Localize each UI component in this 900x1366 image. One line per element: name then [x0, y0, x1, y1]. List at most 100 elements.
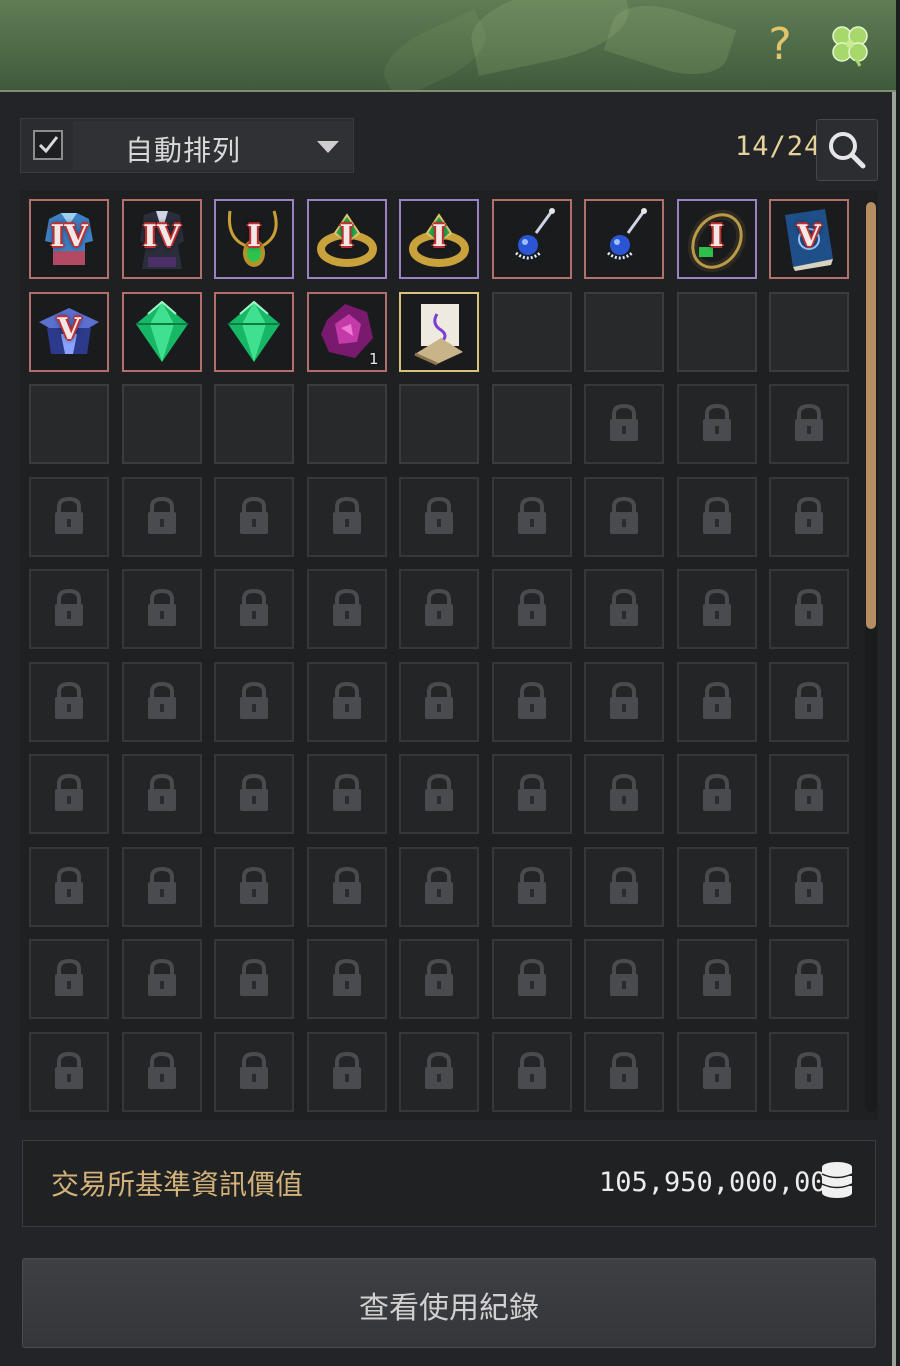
inventory-slot-locked[interactable]: [306, 846, 387, 927]
inventory-slot-item[interactable]: IV: [121, 199, 202, 279]
inventory-slot-locked[interactable]: [29, 476, 109, 557]
inventory-slot-locked[interactable]: [121, 754, 202, 834]
auto-sort-checkbox[interactable]: [33, 130, 63, 160]
inventory-slot-locked[interactable]: [769, 569, 849, 649]
inventory-slot-locked[interactable]: [491, 939, 572, 1019]
inventory-slot-locked[interactable]: [769, 846, 849, 927]
inventory-slot-locked[interactable]: [306, 1031, 387, 1112]
sort-dropdown-label: 自動排列: [125, 134, 242, 167]
inventory-slot-locked[interactable]: [29, 661, 109, 742]
sort-dropdown[interactable]: 自動排列: [73, 121, 352, 170]
inventory-slot-item[interactable]: IV: [29, 199, 109, 279]
inventory-slot-locked[interactable]: [121, 476, 202, 557]
inventory-slot-locked[interactable]: [491, 661, 572, 742]
clover-icon[interactable]: [826, 22, 874, 70]
inventory-slot-locked[interactable]: [584, 476, 664, 557]
inventory-slot-locked[interactable]: [306, 661, 387, 742]
inventory-slot-locked[interactable]: [769, 939, 849, 1019]
inventory-slot-locked[interactable]: [214, 661, 294, 742]
inventory-slot-locked[interactable]: [214, 846, 294, 927]
inventory-slot-locked[interactable]: [491, 846, 572, 927]
inventory-slot-item[interactable]: [584, 199, 664, 279]
inventory-slot-empty[interactable]: [121, 384, 202, 464]
inventory-slot-locked[interactable]: [214, 754, 294, 834]
inventory-slot-locked[interactable]: [676, 754, 757, 834]
inventory-slot-locked[interactable]: [29, 846, 109, 927]
inventory-slot-empty[interactable]: [29, 384, 109, 464]
inventory-slot-locked[interactable]: [214, 569, 294, 649]
inventory-slot-locked[interactable]: [676, 1031, 757, 1112]
item-quantity: 1: [368, 349, 379, 368]
inventory-slot-empty[interactable]: [491, 384, 572, 464]
inventory-slot-item[interactable]: I: [306, 199, 387, 279]
inventory-slot-locked[interactable]: [306, 569, 387, 649]
inventory-slot-item[interactable]: [399, 291, 479, 372]
inventory-slot-locked[interactable]: [121, 1031, 202, 1112]
inventory-slot-locked[interactable]: [399, 846, 479, 927]
inventory-slot-empty[interactable]: [306, 384, 387, 464]
inventory-slot-item[interactable]: [214, 291, 294, 372]
inventory-slot-locked[interactable]: [769, 476, 849, 557]
inventory-slot-item[interactable]: I: [214, 199, 294, 279]
inventory-slot-locked[interactable]: [214, 939, 294, 1019]
inventory-slot-locked[interactable]: [769, 1031, 849, 1112]
inventory-slot-locked[interactable]: [584, 384, 664, 464]
inventory-slot-locked[interactable]: [491, 569, 572, 649]
help-button[interactable]: ?: [762, 20, 798, 70]
inventory-slot-item[interactable]: V: [769, 199, 849, 279]
search-button[interactable]: [816, 119, 878, 181]
inventory-slot-empty[interactable]: [399, 384, 479, 464]
inventory-slot-locked[interactable]: [121, 661, 202, 742]
inventory-slot-locked[interactable]: [584, 846, 664, 927]
inventory-slot-locked[interactable]: [29, 939, 109, 1019]
inventory-slot-locked[interactable]: [29, 1031, 109, 1112]
inventory-slot-empty[interactable]: [769, 291, 849, 372]
inventory-slot-locked[interactable]: [306, 754, 387, 834]
exchange-value-panel: 交易所基準資訊價值 105,950,000,000: [22, 1140, 876, 1227]
inventory-slot-locked[interactable]: [676, 476, 757, 557]
inventory-slot-locked[interactable]: [676, 939, 757, 1019]
inventory-slot-locked[interactable]: [676, 384, 757, 464]
inventory-slot-empty[interactable]: [491, 291, 572, 372]
inventory-slot-locked[interactable]: [676, 846, 757, 927]
inventory-slot-locked[interactable]: [769, 754, 849, 834]
inventory-slot-locked[interactable]: [399, 754, 479, 834]
inventory-slot-item[interactable]: I: [399, 199, 479, 279]
inventory-slot-locked[interactable]: [29, 569, 109, 649]
inventory-slot-locked[interactable]: [399, 661, 479, 742]
inventory-slot-locked[interactable]: [399, 939, 479, 1019]
inventory-slot-locked[interactable]: [306, 476, 387, 557]
inventory-slot-item[interactable]: [121, 291, 202, 372]
inventory-slot-locked[interactable]: [399, 1031, 479, 1112]
view-usage-log-button[interactable]: 查看使用紀錄: [22, 1258, 876, 1348]
inventory-slot-locked[interactable]: [769, 661, 849, 742]
inventory-slot-locked[interactable]: [121, 939, 202, 1019]
inventory-slot-locked[interactable]: [676, 569, 757, 649]
inventory-slot-locked[interactable]: [491, 754, 572, 834]
inventory-slot-locked[interactable]: [769, 384, 849, 464]
inventory-slot-item[interactable]: I: [676, 199, 757, 279]
inventory-slot-locked[interactable]: [399, 476, 479, 557]
inventory-slot-locked[interactable]: [584, 1031, 664, 1112]
inventory-slot-empty[interactable]: [584, 291, 664, 372]
inventory-slot-locked[interactable]: [676, 661, 757, 742]
inventory-slot-locked[interactable]: [584, 939, 664, 1019]
inventory-slot-locked[interactable]: [214, 1031, 294, 1112]
inventory-slot-locked[interactable]: [306, 939, 387, 1019]
scrollbar-thumb[interactable]: [866, 202, 876, 629]
inventory-slot-locked[interactable]: [584, 661, 664, 742]
inventory-slot-locked[interactable]: [214, 476, 294, 557]
inventory-slot-locked[interactable]: [491, 476, 572, 557]
inventory-slot-item[interactable]: [491, 199, 572, 279]
inventory-slot-locked[interactable]: [584, 754, 664, 834]
inventory-slot-item[interactable]: V: [29, 291, 109, 372]
inventory-slot-locked[interactable]: [121, 846, 202, 927]
inventory-slot-locked[interactable]: [121, 569, 202, 649]
inventory-slot-item[interactable]: 1: [306, 291, 387, 372]
inventory-slot-empty[interactable]: [676, 291, 757, 372]
inventory-slot-locked[interactable]: [29, 754, 109, 834]
inventory-slot-locked[interactable]: [491, 1031, 572, 1112]
inventory-slot-locked[interactable]: [399, 569, 479, 649]
inventory-slot-locked[interactable]: [584, 569, 664, 649]
inventory-slot-empty[interactable]: [214, 384, 294, 464]
